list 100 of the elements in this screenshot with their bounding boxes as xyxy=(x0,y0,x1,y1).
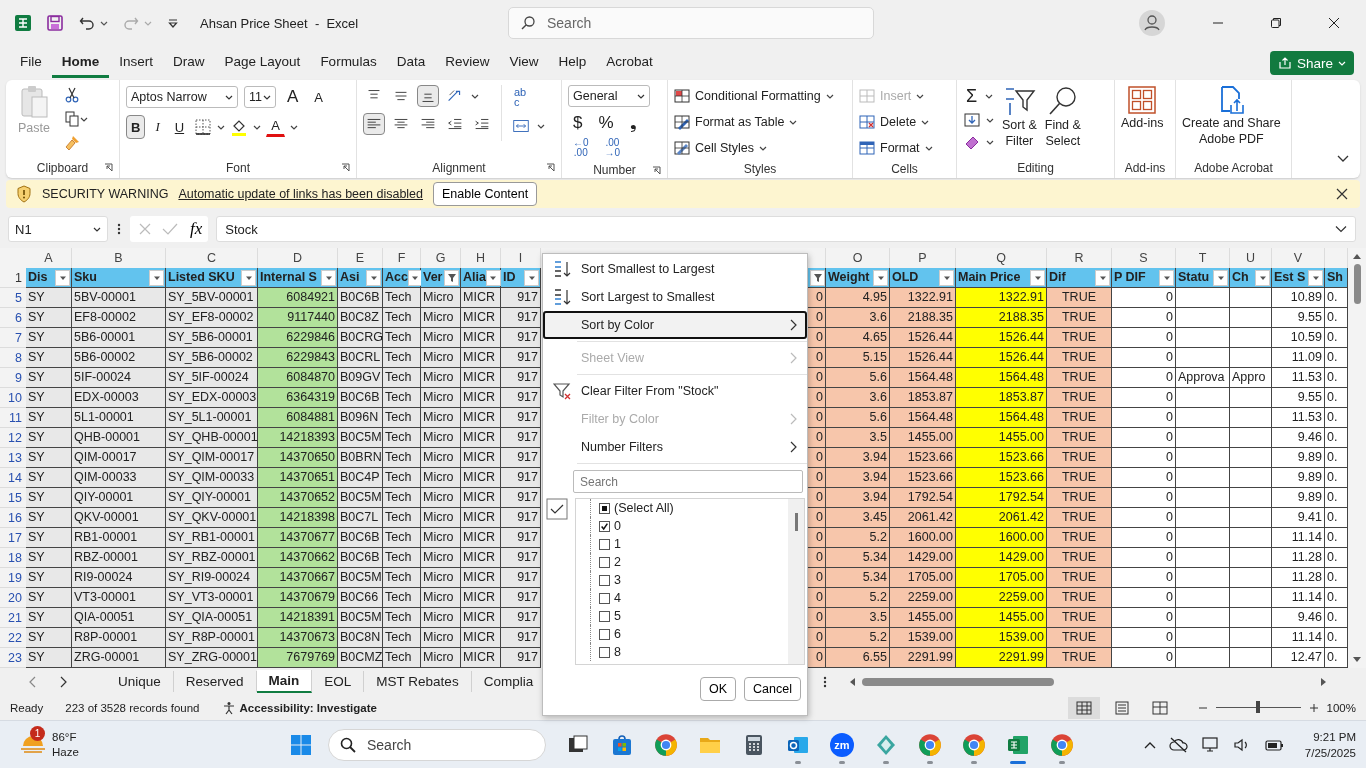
sheet-tab[interactable]: Unique xyxy=(106,671,174,692)
column-letter[interactable]: V xyxy=(1293,251,1303,265)
clock-time[interactable]: 9:21 PM xyxy=(1313,728,1356,745)
styles-menu-button[interactable]: Conditional Formatting xyxy=(674,85,834,107)
column-letter[interactable]: S xyxy=(1139,251,1148,265)
filter-value[interactable]: 6 xyxy=(614,627,621,641)
table-cell: Micro xyxy=(421,468,461,488)
cells-menu-button[interactable]: Delete xyxy=(859,111,930,133)
search-field[interactable]: Search xyxy=(573,470,803,493)
filter-value[interactable]: 8 xyxy=(614,645,621,659)
clock-date[interactable]: 7/25/2025 xyxy=(1304,744,1356,761)
font-color-button[interactable]: A xyxy=(266,117,285,137)
font-style-button[interactable]: I xyxy=(150,115,165,139)
find-select-button[interactable]: Find & Select xyxy=(1044,85,1081,149)
styles-menu-button[interactable]: Format as Table xyxy=(674,111,798,133)
column-letter[interactable]: P xyxy=(918,251,927,265)
sheet-tab[interactable]: MST Rebates xyxy=(364,671,472,692)
font-style-button[interactable]: U xyxy=(169,115,190,139)
filter-value[interactable]: 5 xyxy=(614,609,621,623)
filter-value[interactable]: 2 xyxy=(614,555,621,569)
decimal-button[interactable]: ←0 .00 xyxy=(568,137,594,161)
ribbon-tab[interactable]: Help xyxy=(548,48,597,78)
wrap-text-button[interactable]: ab c xyxy=(510,85,545,109)
create-pdf-button[interactable]: Create and Share Adobe PDF xyxy=(1182,85,1281,147)
number-format-button[interactable]: ❟ xyxy=(624,111,642,135)
column-letter[interactable]: O xyxy=(852,251,863,265)
table-cell: MICR xyxy=(461,368,501,388)
formula-field[interactable]: Stock xyxy=(216,216,1356,242)
ribbon-tab[interactable]: Page Layout xyxy=(214,48,311,78)
font-family-select[interactable]: Aptos Narrow xyxy=(126,86,238,108)
font-size-select[interactable]: 11 xyxy=(244,86,276,108)
table-cell: 1792.54 xyxy=(890,488,956,508)
weather-widget[interactable]: 1 86°F Haze xyxy=(20,729,290,760)
ok-button[interactable]: OK xyxy=(700,677,737,701)
ribbon-tab[interactable]: Insert xyxy=(109,48,164,78)
insert-function-button[interactable]: fx xyxy=(188,219,205,239)
filter-value[interactable]: 0 xyxy=(614,519,621,533)
sheet-tab[interactable]: EOL xyxy=(312,671,365,692)
table-cell: 0 xyxy=(1112,428,1176,448)
menu-item[interactable]: Number Filters xyxy=(543,433,807,461)
autosum-button[interactable]: Σ xyxy=(963,85,981,107)
column-letter[interactable]: Q xyxy=(996,251,1006,265)
zoom-level[interactable]: 100% xyxy=(1326,701,1356,714)
column-letter[interactable]: F xyxy=(397,251,406,265)
styles-menu-button[interactable]: Cell Styles xyxy=(674,137,768,159)
sheet-tab[interactable]: Main xyxy=(256,670,313,693)
column-letter[interactable]: T xyxy=(1198,251,1207,265)
ribbon-tab[interactable]: Data xyxy=(386,48,436,78)
number-format-button[interactable]: $ xyxy=(568,111,588,135)
cells-menu-button[interactable]: Format xyxy=(859,137,933,159)
grow-font-button[interactable]: A xyxy=(282,85,304,109)
ribbon-tab[interactable]: File xyxy=(10,48,52,78)
table-cell: TRUE xyxy=(1047,628,1112,648)
search-field[interactable]: Search xyxy=(508,7,874,39)
menu-item[interactable]: Sort Largest to Smallest xyxy=(543,283,807,311)
column-letter[interactable]: R xyxy=(1074,251,1084,265)
sort-filter-button[interactable]: Sort & Filter xyxy=(1002,85,1037,149)
font-style-button[interactable]: B xyxy=(126,115,146,139)
shrink-font-button[interactable]: A xyxy=(309,85,328,109)
column-letter[interactable]: A xyxy=(44,251,53,265)
app-icon[interactable]: zm xyxy=(830,732,854,757)
cancel-button[interactable]: Cancel xyxy=(744,677,801,701)
ribbon-tab[interactable]: Draw xyxy=(163,48,215,78)
enable-content-button[interactable]: Enable Content xyxy=(433,182,538,206)
ribbon-tab[interactable]: Acrobat xyxy=(596,48,663,78)
column-letter[interactable]: D xyxy=(293,251,302,265)
table-cell: 1455.00 xyxy=(956,428,1047,448)
sheet-tab[interactable]: Reserved xyxy=(173,671,257,692)
ribbon-tab[interactable]: Formulas xyxy=(310,48,387,78)
table-cell: Micro xyxy=(421,288,461,308)
table-cell: SY xyxy=(26,648,72,668)
add-ins-button[interactable]: Add-ins xyxy=(1121,85,1164,131)
table-cell: 9.89 xyxy=(1272,448,1325,468)
column-letter[interactable]: H xyxy=(476,251,485,265)
ribbon-tab[interactable]: View xyxy=(499,48,549,78)
filter-value[interactable]: 1 xyxy=(614,537,621,551)
column-letter[interactable]: B xyxy=(114,251,123,265)
table-cell: QIA-00051 xyxy=(72,608,166,628)
column-title: Dis xyxy=(28,269,48,286)
column-letter[interactable]: E xyxy=(355,251,365,265)
table-cell: 1429.00 xyxy=(956,548,1047,568)
ribbon-tab[interactable]: Review xyxy=(435,48,500,78)
taskbar-search-field[interactable]: Search xyxy=(328,728,546,761)
filter-value[interactable]: (Select All) xyxy=(614,501,674,515)
decimal-button[interactable]: .00 →0 xyxy=(599,137,626,161)
share-button[interactable]: Share xyxy=(1269,51,1354,75)
filter-value[interactable]: 4 xyxy=(614,591,621,605)
column-letter[interactable]: C xyxy=(207,251,216,265)
column-letter[interactable]: G xyxy=(435,251,446,265)
column-letter[interactable]: U xyxy=(1246,251,1255,265)
number-format-button[interactable]: % xyxy=(593,111,619,135)
menu-item[interactable]: Sort Smallest to Largest xyxy=(543,255,807,283)
accessibility-status[interactable]: Accessibility: Investigate xyxy=(239,701,377,714)
number-format-select[interactable]: General xyxy=(568,85,650,107)
column-letter[interactable]: I xyxy=(518,251,523,265)
menu-item[interactable]: Sort by Color xyxy=(543,311,807,339)
name-box[interactable]: N1 xyxy=(8,216,108,242)
filter-value[interactable]: 3 xyxy=(614,573,621,587)
menu-item[interactable]: Clear Filter From "Stock" xyxy=(543,377,807,405)
security-link[interactable]: Automatic update of links has been disabled xyxy=(178,187,423,201)
